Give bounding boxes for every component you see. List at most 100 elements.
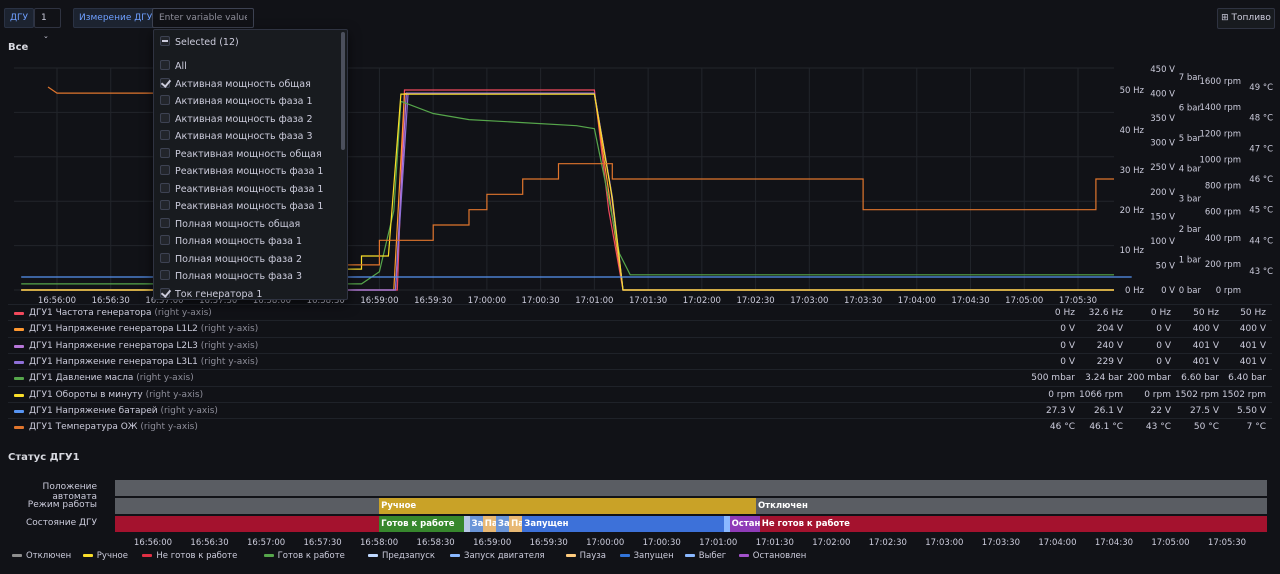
status-segment[interactable]: Ручное [379, 498, 756, 514]
status-legend-label: Остановлен [752, 551, 807, 561]
status-segment[interactable]: Па [509, 516, 523, 532]
status-legend-item[interactable]: Выбег [684, 551, 726, 561]
status-segment[interactable]: Готов к работе [379, 516, 464, 532]
status-segment[interactable]: Запущен [522, 516, 724, 532]
status-row-label: Режим работы [27, 500, 97, 510]
dropdown-option-label: Реактивная мощность фаза 1 [175, 183, 324, 195]
dropdown-option[interactable]: Полная мощность общая [160, 217, 300, 233]
status-segment[interactable]: За [495, 516, 510, 532]
checkbox-icon[interactable] [160, 165, 170, 175]
y-tick-label: 4 bar [1179, 164, 1202, 174]
status-row-label: Состояние ДГУ [25, 518, 97, 528]
checkbox-icon[interactable] [160, 200, 170, 210]
legend-axis-note: (right y-axis) [151, 308, 212, 318]
dropdown-option[interactable]: Реактивная мощность общая [160, 147, 322, 163]
dropdown-option[interactable]: Полная мощность фаза 1 [160, 234, 302, 250]
legend-row[interactable]: ДГУ1 Давление масла (right y-axis) 500 mb… [0, 370, 1280, 386]
status-legend-item[interactable]: Ручное [82, 551, 128, 561]
dropdown-option[interactable]: Реактивная мощность фаза 1 [160, 182, 323, 198]
status-x-tick-label: 17:03:30 [981, 538, 1020, 548]
dropdown-option-label: Активная мощность общая [175, 78, 311, 90]
indeterminate-checkbox-icon [160, 36, 170, 46]
checkbox-icon[interactable] [160, 130, 170, 140]
dropdown-option[interactable]: Полная мощность фаза 2 [160, 252, 302, 268]
status-segment[interactable]: Не готов к работе [759, 516, 1267, 532]
legend-series-name: ДГУ1 Напряжение генератора L1L2 (right y… [29, 321, 258, 337]
checkbox-icon[interactable] [160, 235, 170, 245]
legend-row[interactable]: ДГУ1 Напряжение батарей (right y-axis) 27… [0, 403, 1280, 419]
status-segment[interactable]: Остан [729, 516, 760, 532]
dropdown-selected-header[interactable]: Selected (12) [160, 36, 239, 50]
legend-axis-note: (right y-axis) [197, 340, 259, 351]
checked-checkbox-icon[interactable] [160, 77, 170, 88]
y-tick-label: 3 bar [1179, 195, 1202, 205]
variable-dropdown-menu[interactable]: Selected (12) All Активная мощность общая… [153, 29, 348, 300]
y-tick-label: 200 V [1150, 188, 1175, 198]
status-x-tick-label: 17:05:00 [1151, 538, 1190, 548]
legend-row[interactable]: ДГУ1 Частота генератора (right y-axis) 0 … [0, 305, 1280, 321]
dropdown-option-label: Реактивная мощность фаза 1 [175, 201, 324, 212]
y-tick-label: 5 bar [1179, 134, 1202, 144]
checkbox-icon[interactable] [160, 147, 170, 158]
checkbox-icon[interactable] [160, 182, 170, 193]
legend-color-swatch [263, 554, 274, 557]
dropdown-option[interactable]: All [160, 59, 187, 75]
status-legend-label: Запущен [633, 551, 674, 561]
dropdown-option[interactable]: Полная мощность фаза 3 [160, 269, 302, 285]
dropdown-option[interactable]: Ток генератора 1 [160, 287, 262, 299]
dropdown-option[interactable]: Активная мощность фаза 3 [160, 129, 313, 145]
dropdown-option[interactable]: Реактивная мощность фаза 1 [160, 164, 323, 180]
status-legend-item[interactable]: Не готов к работе [142, 551, 237, 561]
dropdown-option[interactable]: Активная мощность фаза 2 [160, 112, 313, 128]
status-legend-item[interactable]: Отключен [12, 551, 71, 561]
status-legend-item[interactable]: Готов к работе [263, 551, 345, 561]
status-legend-item[interactable]: Пауза [565, 551, 606, 561]
legend-value-cell: 5.50 V [1236, 405, 1266, 416]
status-segment[interactable]: За [469, 516, 483, 532]
legend-color-swatch [14, 360, 24, 364]
dropdown-option[interactable]: Реактивная мощность фаза 1 [160, 199, 323, 215]
checkbox-icon[interactable] [160, 252, 170, 263]
y-tick-label: 0 Hz [1125, 286, 1145, 296]
y-tick-label: 47 °C [1249, 144, 1273, 154]
status-legend-item[interactable]: Запуск двигателя [450, 551, 545, 561]
status-segment[interactable]: Па [482, 516, 496, 532]
checkbox-icon[interactable] [160, 217, 170, 228]
variable-value-input[interactable] [152, 8, 254, 28]
dropdown-option[interactable]: Активная мощность общая [160, 77, 311, 93]
status-x-tick-label: 17:03:00 [925, 538, 964, 548]
checkbox-icon[interactable] [160, 112, 170, 123]
checkbox-icon[interactable] [160, 60, 170, 70]
panel-title-status: Статус ДГУ1 [8, 452, 80, 463]
dgu-select[interactable]: 1 ⌄ [34, 8, 61, 40]
status-legend-item[interactable]: Предзапуск [368, 551, 435, 561]
legend-row[interactable]: ДГУ1 Напряжение генератора L3L1 (right y… [0, 354, 1280, 370]
y-tick-label: 800 rpm [1205, 182, 1241, 192]
y-tick-label: 46 °C [1249, 175, 1273, 185]
checkbox-icon[interactable] [160, 95, 170, 105]
status-x-tick-label: 16:59:30 [529, 538, 568, 548]
status-legend-item[interactable]: Остановлен [738, 551, 807, 561]
status-x-tick-label: 17:01:30 [755, 538, 794, 548]
fuel-dashboard-button[interactable]: ⊞ Топливо [1217, 8, 1275, 29]
legend-row[interactable]: ДГУ1 Напряжение генератора L1L2 (right y… [0, 321, 1280, 337]
status-legend-item[interactable]: Запущен [619, 551, 674, 561]
legend-color-swatch [450, 554, 460, 557]
status-segment[interactable]: Отключен [755, 498, 1267, 514]
legend-series-label: ДГУ1 Обороты в минуту [29, 389, 143, 400]
y-tick-label: 450 V [1150, 65, 1175, 75]
dropdown-option-label: Полная мощность общая [175, 218, 301, 230]
checkbox-icon[interactable] [160, 270, 170, 280]
legend-row[interactable]: ДГУ1 Напряжение генератора L2L3 (right y… [0, 338, 1280, 354]
status-legend-label: Готов к работе [277, 551, 345, 561]
checked-checkbox-icon[interactable] [160, 287, 170, 298]
dropdown-option[interactable]: Активная мощность фаза 1 [160, 94, 313, 110]
status-x-tick-label: 16:56:30 [190, 538, 229, 548]
status-segment[interactable] [115, 480, 1267, 496]
legend-row[interactable]: ДГУ1 Обороты в минуту (right y-axis) 0 rp… [0, 387, 1280, 403]
status-segment[interactable] [115, 498, 380, 514]
legend-row[interactable]: ДГУ1 Температура ОЖ (right y-axis) 46 °C 4… [0, 419, 1280, 435]
legend-series-label: ДГУ1 Давление масла [29, 373, 134, 384]
status-segment[interactable] [115, 516, 380, 532]
dropdown-scrollbar[interactable] [341, 32, 345, 150]
